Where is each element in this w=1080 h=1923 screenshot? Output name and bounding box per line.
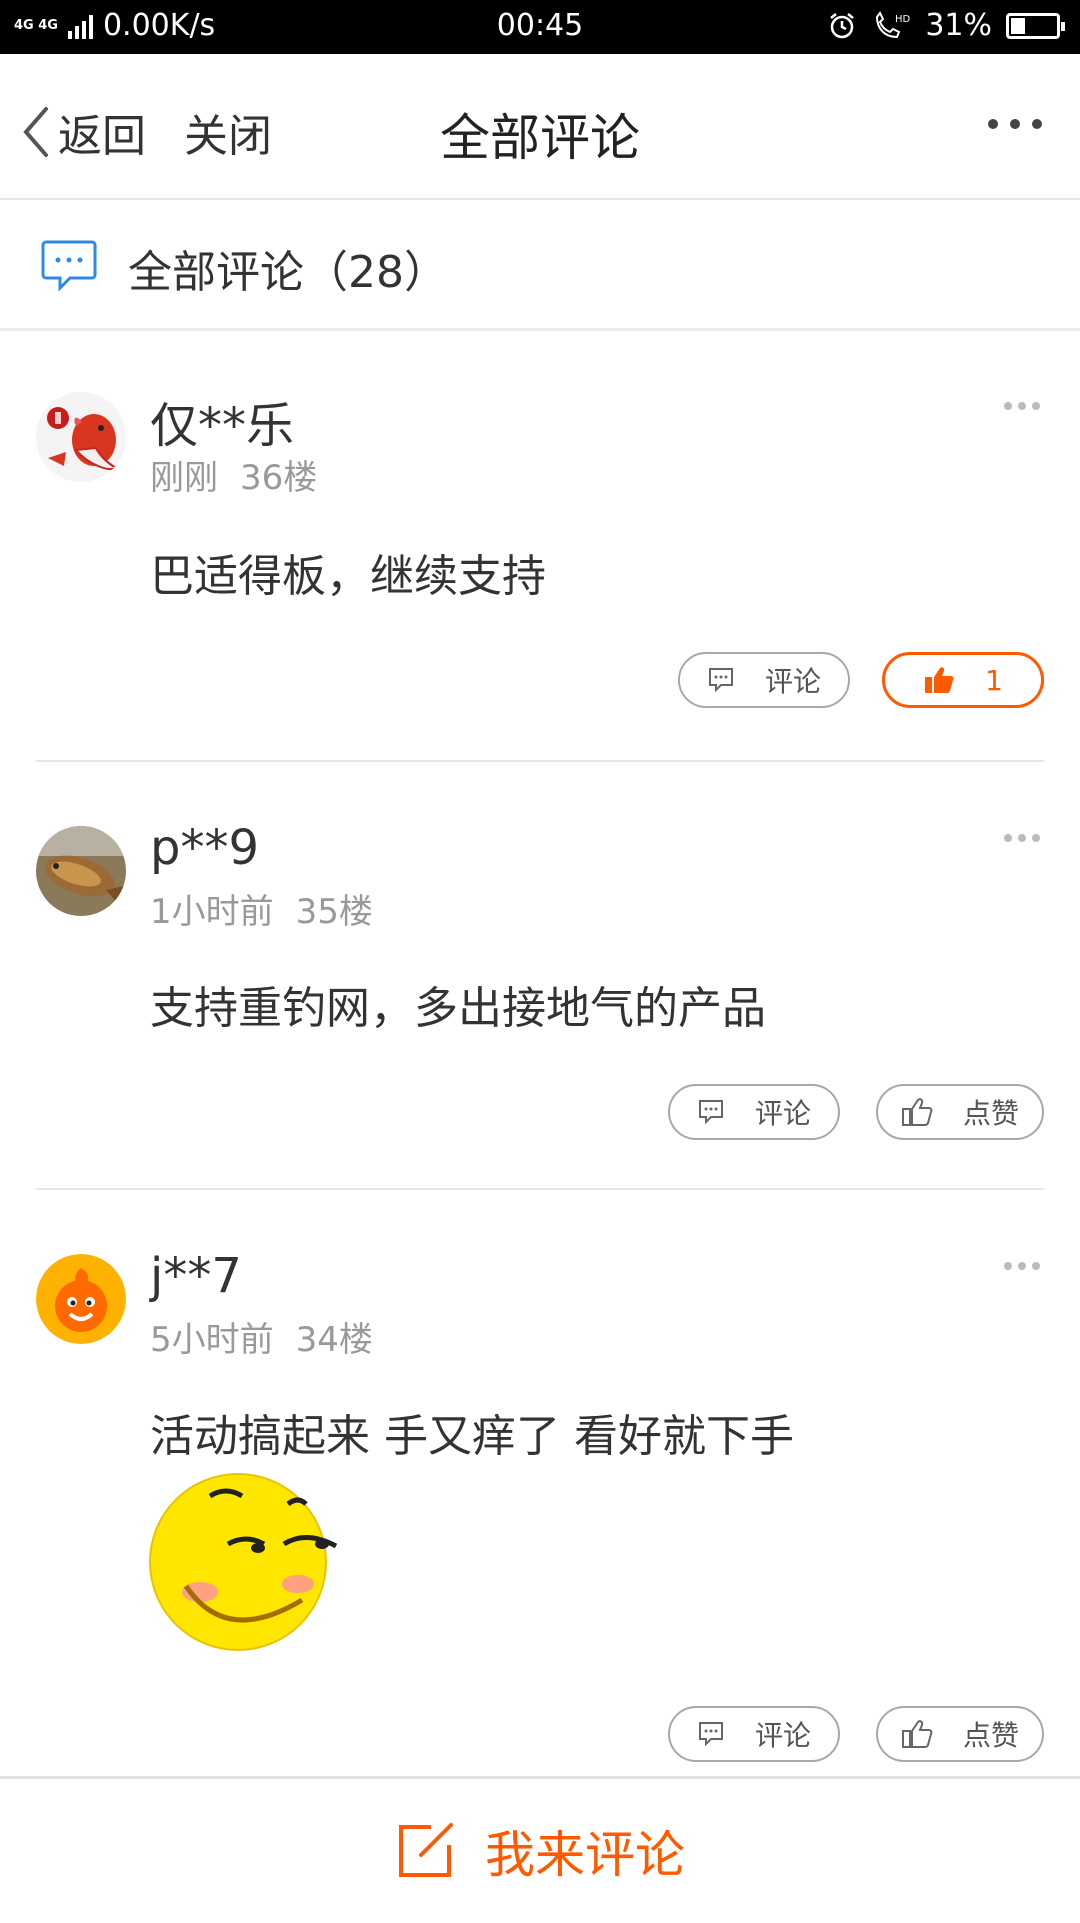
thumbs-up-icon bbox=[901, 1098, 933, 1126]
comment-floor: 35楼 bbox=[295, 892, 373, 932]
comment-time: 5小时前 bbox=[150, 1320, 274, 1360]
reply-label: 评论 bbox=[754, 1719, 811, 1752]
more-options-icon[interactable] bbox=[1004, 1262, 1040, 1272]
status-bar: 4G 4G 0.00K/s 00:45 HD 31% bbox=[0, 0, 1080, 54]
comment-meta: 1小时前 35楼 bbox=[150, 884, 373, 933]
battery-percent: 31% bbox=[925, 8, 992, 43]
avatar[interactable] bbox=[36, 826, 126, 916]
reply-button[interactable]: 评论 bbox=[678, 652, 850, 708]
more-options-icon[interactable] bbox=[1004, 834, 1040, 844]
koi-fish-avatar bbox=[36, 392, 126, 482]
fish-photo-avatar bbox=[36, 826, 126, 916]
comment-item: p**9 1小时前 35楼 支持重钓网，多出接地气的产品 评论 点赞 bbox=[0, 762, 1080, 1190]
comment-time: 1小时前 bbox=[150, 892, 274, 932]
comment-icon bbox=[698, 1100, 723, 1125]
battery-fill bbox=[1011, 17, 1025, 34]
write-comment-label: 我来评论 bbox=[485, 1826, 685, 1884]
comment-time: 刚刚 bbox=[150, 458, 218, 498]
bottom-bar: 我来评论 bbox=[0, 1776, 1080, 1923]
comment-meta: 刚刚 36楼 bbox=[150, 450, 317, 499]
hd-call-icon: HD bbox=[876, 10, 911, 38]
reply-button[interactable]: 评论 bbox=[668, 1084, 840, 1140]
comment-meta: 5小时前 34楼 bbox=[150, 1312, 373, 1361]
battery-icon bbox=[1006, 12, 1065, 39]
comment-icon bbox=[698, 1722, 723, 1747]
edit-icon bbox=[399, 1823, 453, 1877]
like-button[interactable]: 点赞 bbox=[876, 1084, 1044, 1140]
username[interactable]: 仅**乐 bbox=[150, 386, 294, 456]
avatar[interactable] bbox=[36, 1254, 126, 1344]
username[interactable]: p**9 bbox=[150, 820, 259, 876]
status-right: HD 31% bbox=[827, 8, 1065, 43]
comment-floor: 36楼 bbox=[240, 458, 318, 498]
avatar[interactable] bbox=[36, 392, 126, 482]
smirk-emoji bbox=[149, 1473, 338, 1651]
orange-mascot-avatar bbox=[36, 1254, 126, 1344]
nav-bar: 返回 关闭 全部评论 bbox=[0, 54, 1080, 200]
comment-floor: 34楼 bbox=[295, 1320, 373, 1360]
comments-header: 全部评论（28） bbox=[0, 200, 1080, 331]
back-label: 返回 bbox=[58, 111, 146, 162]
comment-text: 活动搞起来 手又痒了 看好就下手 bbox=[150, 1411, 794, 1462]
comment-bubble-icon bbox=[41, 240, 97, 292]
chevron-left-icon bbox=[23, 107, 48, 157]
like-label: 点赞 bbox=[962, 1719, 1019, 1752]
comment-text: 支持重钓网，多出接地气的产品 bbox=[150, 983, 766, 1034]
back-button[interactable]: 返回 bbox=[20, 100, 146, 164]
comment-item: 仅**乐 刚刚 36楼 巴适得板，继续支持 评论 1 bbox=[0, 330, 1080, 762]
comment-text: 巴适得板，继续支持 bbox=[150, 551, 546, 602]
username[interactable]: j**7 bbox=[150, 1248, 242, 1304]
more-horizontal-icon[interactable] bbox=[988, 114, 1042, 134]
write-comment-button[interactable]: 我来评论 bbox=[0, 1815, 1080, 1887]
page-title: 全部评论 bbox=[440, 109, 640, 167]
alarm-icon bbox=[830, 12, 855, 38]
reply-button[interactable]: 评论 bbox=[668, 1706, 840, 1762]
like-label: 点赞 bbox=[962, 1097, 1019, 1130]
thumbs-up-filled-icon bbox=[925, 667, 954, 693]
comment-item: j**7 5小时前 34楼 活动搞起来 手又痒了 看好就下手 评论 点赞 bbox=[0, 1190, 1080, 1776]
reply-label: 评论 bbox=[764, 665, 821, 698]
close-button[interactable]: 关闭 bbox=[184, 100, 272, 164]
more-options-icon[interactable] bbox=[1004, 402, 1040, 412]
comments-count-title: 全部评论（28） bbox=[128, 247, 448, 298]
comment-icon bbox=[708, 668, 733, 693]
like-button[interactable]: 1 bbox=[882, 652, 1044, 708]
like-button[interactable]: 点赞 bbox=[876, 1706, 1044, 1762]
thumbs-up-icon bbox=[901, 1720, 933, 1748]
reply-label: 评论 bbox=[754, 1097, 811, 1130]
svg-text:HD: HD bbox=[895, 14, 911, 25]
like-count: 1 bbox=[985, 663, 1003, 697]
